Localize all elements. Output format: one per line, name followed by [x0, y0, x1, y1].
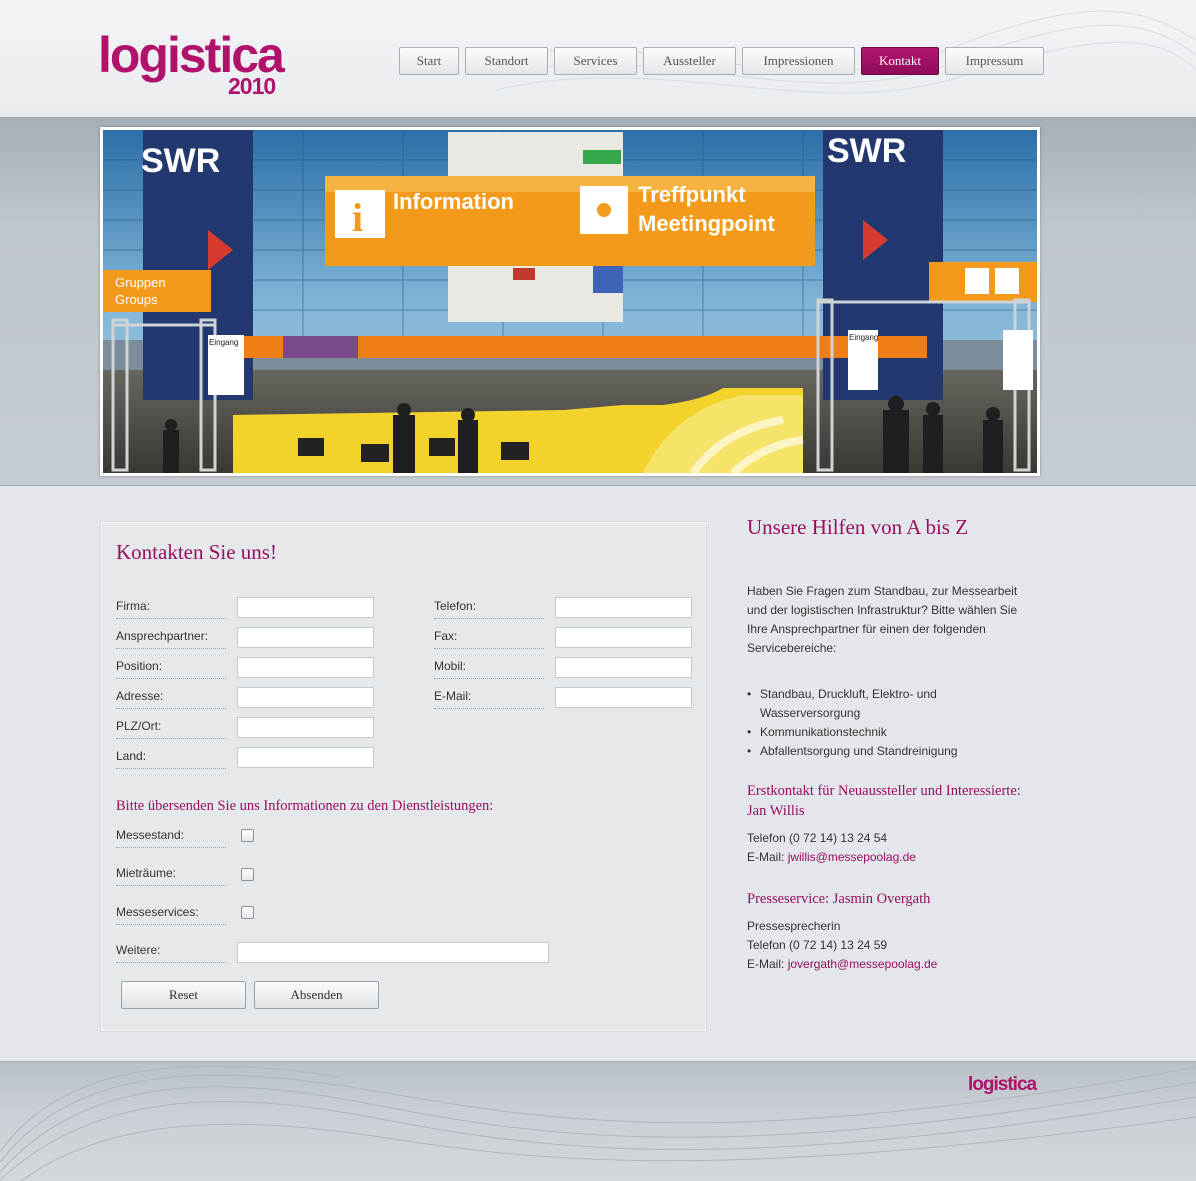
contact-role-overgath: Pressesprecherin [747, 919, 841, 933]
label-weitere: Weitere: [116, 943, 226, 963]
contact-heading-willis: Erstkontakt für Neuaussteller und Intere… [747, 783, 1021, 819]
checkbox-messeservices[interactable] [241, 906, 254, 919]
input-mobil[interactable] [555, 657, 692, 678]
sidebar-title: Unsere Hilfen von A bis Z [747, 515, 969, 539]
service-list-item: Abfallentsorgung und Standreinigung [747, 742, 1037, 761]
input-email[interactable] [555, 687, 692, 708]
trade-fair-hall-photo: SWR SWR i Information Treffpunkt Meeting… [103, 130, 1037, 473]
site-logo[interactable]: logistica 2010 [98, 30, 288, 100]
contact-heading-overgath: Presseservice: Jasmin Overgath [747, 891, 931, 907]
input-telefon[interactable] [555, 597, 692, 618]
help-sidebar: Unsere Hilfen von A bis Z Haben Sie Frag… [747, 515, 1037, 996]
label-firma: Firma: [116, 599, 226, 619]
email-label: E-Mail: [747, 957, 785, 971]
banner-sign-eingang-right: Eingang [849, 333, 878, 342]
services-info-heading: Bitte übersenden Sie uns Informationen z… [116, 798, 494, 814]
contact-block-willis: Erstkontakt für Neuaussteller und Intere… [747, 781, 1037, 867]
label-telefon: Telefon: [434, 599, 544, 619]
contact-block-overgath: Presseservice: Jasmin Overgath Pressespr… [747, 889, 1037, 974]
label-position: Position: [116, 659, 226, 679]
banner-swr-left: SWR [141, 142, 220, 180]
label-mobil: Mobil: [434, 659, 544, 679]
service-list: Standbau, Druckluft, Elektro- und Wasser… [747, 685, 1037, 761]
nav-item-start[interactable]: Start [399, 47, 459, 75]
label-ansprechpartner: Ansprechpartner: [116, 629, 226, 649]
label-email: E-Mail: [434, 689, 544, 709]
nav-item-standort[interactable]: Standort [465, 47, 548, 75]
label-mietraeume: Mieträume: [116, 866, 226, 886]
contact-email-line-overgath: E-Mail: jovergath@messepoolag.de [747, 955, 1037, 974]
contact-form-panel: Kontakten Sie uns! Firma: Ansprechpartne… [100, 521, 707, 1032]
nav-item-kontakt[interactable]: Kontakt [861, 47, 939, 75]
form-title: Kontakten Sie uns! [116, 540, 277, 564]
service-list-item: Kommunikationstechnik [747, 723, 1037, 742]
main-nav: Start Standort Services Aussteller Impre… [399, 47, 1044, 75]
contact-phone-overgath: Telefon (0 72 14) 13 24 59 [747, 938, 888, 952]
contact-phone-willis: Telefon (0 72 14) 13 24 54 [747, 831, 888, 845]
banner-sign-meetingpoint: Meetingpoint [638, 211, 776, 236]
checkbox-mietraeume[interactable] [241, 868, 254, 881]
logo-year: 2010 [228, 73, 276, 99]
label-plz-ort: PLZ/Ort: [116, 719, 226, 739]
reset-button[interactable]: Reset [121, 981, 246, 1009]
label-messeservices: Messeservices: [116, 905, 226, 925]
banner-swr-right: SWR [827, 132, 906, 170]
banner-image: SWR SWR i Information Treffpunkt Meeting… [100, 127, 1040, 476]
banner-sign-groups: Groups [115, 292, 158, 307]
label-adresse: Adresse: [116, 689, 226, 709]
email-link-willis[interactable]: jwillis@messepoolag.de [788, 850, 916, 864]
checkbox-messestand[interactable] [241, 829, 254, 842]
service-list-item: Standbau, Druckluft, Elektro- und Wasser… [747, 685, 1037, 723]
svg-text:i: i [352, 195, 363, 240]
banner-sign-gruppen: Gruppen [115, 275, 166, 290]
footer-logo[interactable]: logistica [968, 1074, 1037, 1096]
email-link-overgath[interactable]: jovergath@messepoolag.de [788, 957, 938, 971]
nav-item-impressionen[interactable]: Impressionen [742, 47, 855, 75]
submit-button[interactable]: Absenden [254, 981, 379, 1009]
input-plz-ort[interactable] [237, 717, 374, 738]
label-messestand: Messestand: [116, 828, 226, 848]
input-position[interactable] [237, 657, 374, 678]
banner-sign-treffpunkt: Treffpunkt [638, 182, 746, 207]
label-fax: Fax: [434, 629, 544, 649]
email-label: E-Mail: [747, 850, 785, 864]
banner-sign-information: Information [393, 189, 514, 214]
input-firma[interactable] [237, 597, 374, 618]
input-land[interactable] [237, 747, 374, 768]
input-adresse[interactable] [237, 687, 374, 708]
header: logistica 2010 Start Standort Services A… [0, 0, 1196, 117]
input-fax[interactable] [555, 627, 692, 648]
label-land: Land: [116, 749, 226, 769]
nav-item-impressum[interactable]: Impressum [945, 47, 1044, 75]
input-weitere[interactable] [237, 942, 549, 963]
footer: logistica [0, 1061, 1196, 1181]
nav-item-aussteller[interactable]: Aussteller [643, 47, 736, 75]
nav-item-services[interactable]: Services [554, 47, 637, 75]
contact-email-line-willis: E-Mail: jwillis@messepoolag.de [747, 848, 1037, 867]
banner-sign-eingang-left: Eingang [209, 338, 238, 347]
sidebar-intro: Haben Sie Fragen zum Standbau, zur Messe… [747, 584, 1018, 655]
input-ansprechpartner[interactable] [237, 627, 374, 648]
